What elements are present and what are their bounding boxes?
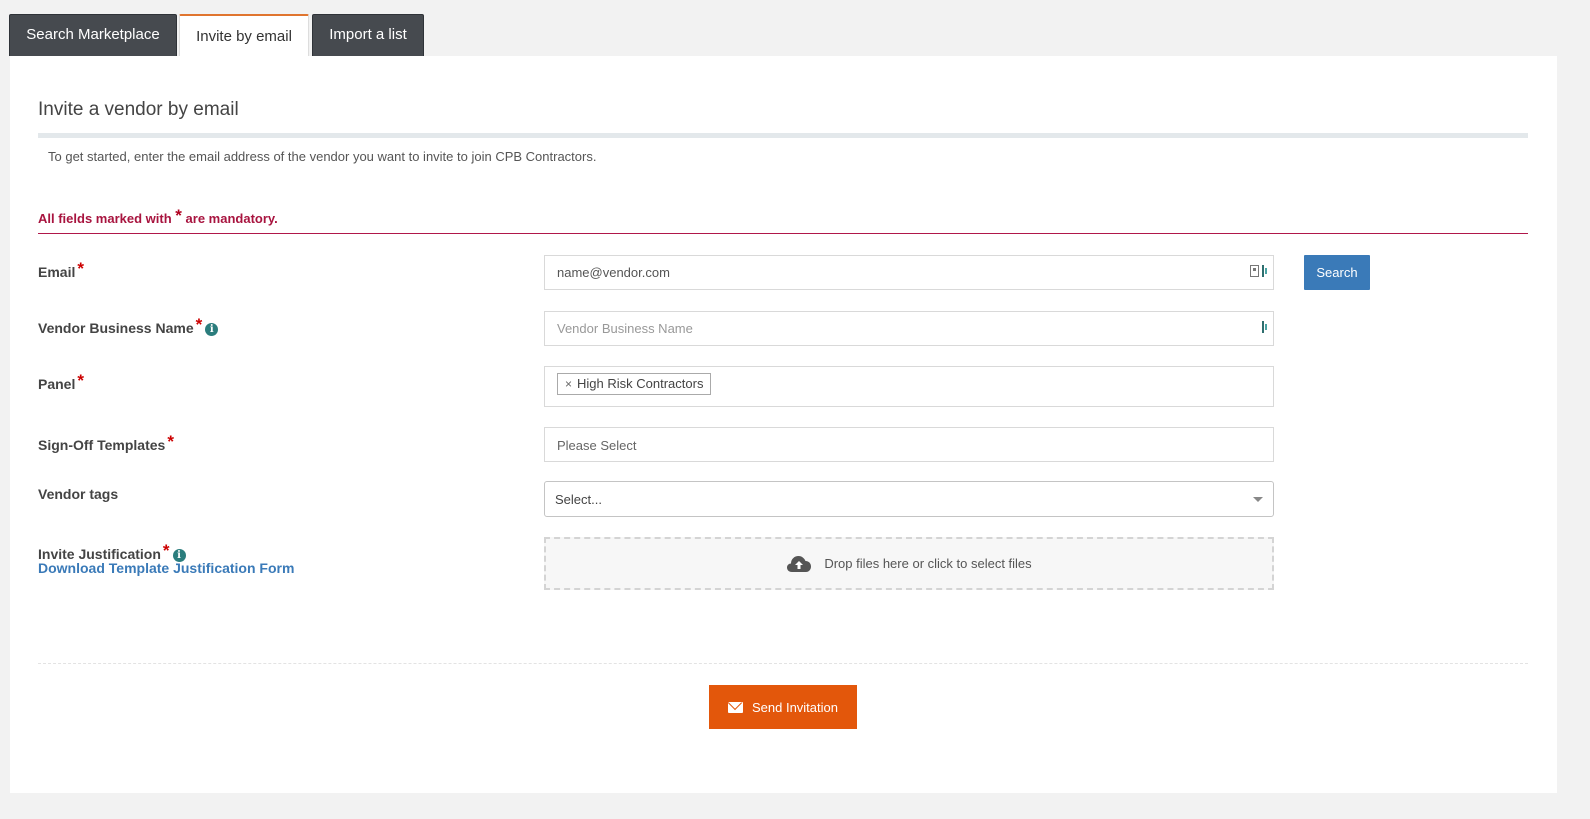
business-name-field-wrapper — [544, 311, 1274, 346]
signoff-select[interactable]: Please Select — [544, 427, 1274, 462]
tab-search-marketplace[interactable]: Search Marketplace — [9, 14, 177, 56]
signoff-label: Sign-Off Templates * — [38, 432, 174, 453]
panel-chip-label: High Risk Contractors — [577, 376, 704, 391]
page-title: Invite a vendor by email — [38, 99, 239, 120]
justification-label: Invite Justification * i — [38, 541, 186, 562]
footer-divider — [38, 663, 1528, 664]
envelope-icon — [727, 701, 743, 713]
info-icon[interactable]: i — [205, 323, 219, 336]
required-marker: * — [77, 371, 84, 390]
search-button[interactable]: Search — [1304, 255, 1370, 290]
mandatory-divider — [38, 233, 1528, 234]
business-name-label-text: Vendor Business Name — [38, 320, 194, 336]
mandatory-prefix: All fields marked with — [38, 211, 172, 226]
heading-divider — [38, 133, 1528, 138]
vendor-tags-select[interactable]: Select... — [544, 481, 1274, 517]
intro-text: To get started, enter the email address … — [48, 149, 597, 164]
download-template-link[interactable]: Download Template Justification Form — [38, 560, 294, 576]
panel-chip: × High Risk Contractors — [557, 373, 712, 395]
mandatory-star: * — [175, 206, 182, 225]
mandatory-note: All fields marked with * are mandatory. — [38, 206, 278, 226]
cloud-upload-icon — [786, 555, 812, 573]
mandatory-suffix: are mandatory. — [185, 211, 278, 226]
signoff-label-text: Sign-Off Templates — [38, 437, 166, 453]
required-marker: * — [167, 432, 174, 451]
invite-panel: Invite a vendor by email To get started,… — [10, 56, 1557, 793]
contact-card-icon[interactable] — [1250, 265, 1259, 277]
panel-multiselect[interactable]: × High Risk Contractors — [544, 366, 1274, 407]
chip-remove-icon[interactable]: × — [565, 377, 572, 391]
tab-import-a-list[interactable]: Import a list — [312, 14, 424, 56]
required-marker: * — [162, 541, 170, 560]
signoff-placeholder: Please Select — [557, 438, 637, 453]
email-field-wrapper — [544, 255, 1274, 290]
file-dropzone[interactable]: Drop files here or click to select files — [544, 537, 1274, 590]
business-name-field[interactable] — [545, 312, 1225, 345]
email-label-text: Email — [38, 264, 76, 280]
chevron-down-icon — [1253, 497, 1263, 502]
tab-invite-by-email[interactable]: Invite by email — [179, 14, 309, 57]
vendor-tags-label: Vendor tags — [38, 486, 119, 502]
vendor-tags-selected: Select... — [555, 492, 602, 507]
email-field-extensions — [1250, 265, 1267, 277]
required-marker: * — [195, 315, 203, 334]
password-manager-icon[interactable] — [1262, 265, 1267, 277]
business-name-extensions — [1262, 321, 1267, 333]
send-invitation-button[interactable]: Send Invitation — [709, 685, 857, 729]
email-label: Email * — [38, 259, 84, 280]
send-invitation-label: Send Invitation — [751, 699, 838, 715]
dropzone-text: Drop files here or click to select files — [824, 556, 1032, 571]
business-name-label: Vendor Business Name * i — [38, 315, 219, 336]
required-marker: * — [77, 259, 84, 278]
email-field[interactable] — [545, 256, 1225, 289]
panel-label-text: Panel — [38, 376, 76, 392]
password-manager-icon[interactable] — [1262, 321, 1267, 333]
panel-label: Panel * — [38, 371, 84, 392]
